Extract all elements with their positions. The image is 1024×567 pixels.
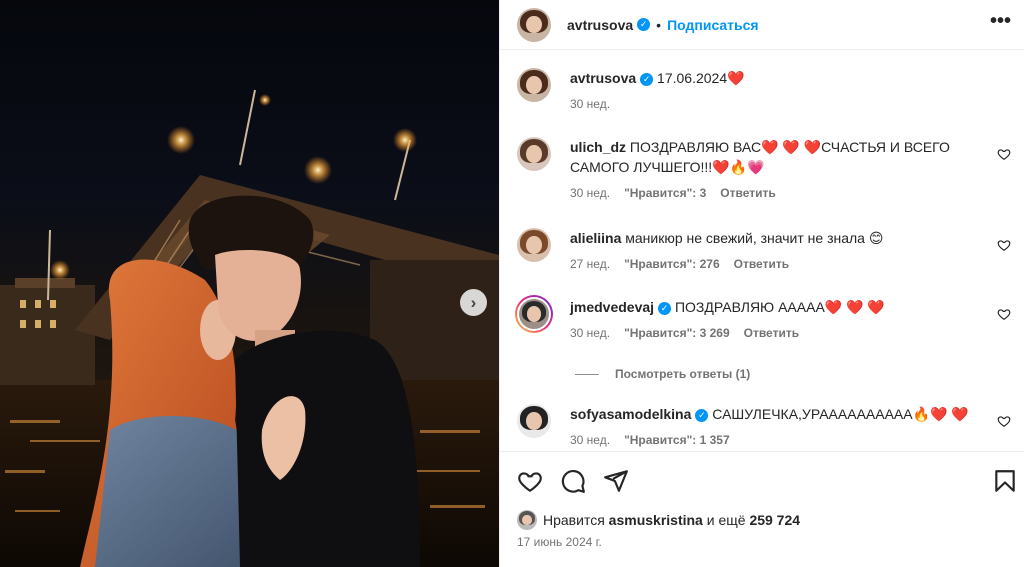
avatar[interactable]: [517, 510, 537, 530]
reply-button[interactable]: Ответить: [734, 254, 789, 274]
likes-count[interactable]: 259 724: [749, 512, 800, 528]
like-comment-heart-icon[interactable]: [997, 147, 1011, 161]
view-replies-label: Посмотреть ответы (1): [615, 367, 751, 381]
avatar[interactable]: [517, 68, 551, 102]
caption-age: 30 нед.: [570, 97, 611, 111]
comment-username[interactable]: alieliina: [570, 230, 621, 246]
post-date: 17 июнь 2024 г.: [517, 535, 602, 549]
comment-text: САШУЛЕЧКА,УРАААААААААА🔥❤️ ❤️: [712, 406, 969, 422]
view-replies-button[interactable]: Посмотреть ответы (1): [575, 367, 750, 381]
heart-emoji: ❤️: [727, 70, 745, 86]
comment-age: 27 нед.: [570, 257, 611, 271]
post-header: avtrusova ✓ • Подписаться •••: [500, 0, 1024, 50]
header-username[interactable]: avtrusova: [567, 17, 633, 33]
send-icon[interactable]: [603, 468, 629, 494]
avatar[interactable]: [517, 137, 551, 171]
caption-username[interactable]: avtrusova: [570, 70, 636, 86]
divider-line: [575, 373, 599, 375]
more-horizontal-icon[interactable]: •••: [990, 10, 1011, 33]
like-comment-heart-icon[interactable]: [997, 414, 1011, 428]
liked-by-suffix: и ещё: [706, 512, 746, 528]
reply-button[interactable]: Ответить: [744, 323, 799, 343]
avatar[interactable]: [517, 404, 551, 438]
liked-by-user[interactable]: asmuskristina: [609, 512, 703, 528]
verified-icon: ✓: [695, 408, 709, 422]
comment-age: 30 нед.: [570, 326, 611, 340]
caption-text: 17.06.2024: [657, 70, 728, 86]
post-photo[interactable]: ›: [0, 0, 499, 567]
verified-icon: ✓: [640, 72, 654, 86]
bookmark-icon[interactable]: [992, 468, 1018, 494]
comment-username[interactable]: sofyasamodelkina: [570, 406, 691, 422]
separator-dot: •: [656, 16, 662, 33]
comment-icon[interactable]: [560, 468, 586, 494]
comment-age: 30 нед.: [570, 433, 611, 447]
avatar-story-ring[interactable]: [515, 295, 553, 333]
verified-icon: ✓: [658, 301, 672, 315]
reply-button[interactable]: Ответить: [720, 183, 775, 203]
post-actions: [500, 451, 1024, 506]
verified-icon: ✓: [637, 18, 651, 31]
night-bridge-scene: [0, 89, 499, 567]
comment-likes[interactable]: "Нравится": 1 357: [624, 430, 730, 450]
comment-age: 30 нед.: [570, 186, 611, 200]
comment-username[interactable]: jmedvedevaj: [570, 299, 654, 315]
avatar[interactable]: [517, 228, 551, 262]
like-comment-heart-icon[interactable]: [997, 307, 1011, 321]
follow-button[interactable]: Подписаться: [667, 17, 759, 33]
comment-text: маникюр не свежий, значит не знала 😊: [625, 230, 884, 246]
comment-likes[interactable]: "Нравится": 276: [624, 254, 720, 274]
heart-icon[interactable]: [517, 468, 543, 494]
avatar[interactable]: [517, 7, 551, 42]
comments-list[interactable]: avtrusova ✓ 17.06.2024❤️ 30 нед. ulich_dz…: [500, 51, 1024, 451]
next-photo-button[interactable]: ›: [460, 289, 487, 316]
post-sidebar: avtrusova ✓ • Подписаться ••• avtrusova ✓…: [499, 0, 1024, 567]
comment-likes[interactable]: "Нравится": 3: [624, 183, 706, 203]
comment-text: ПОЗДРАВЛЯЮ ААААА❤️ ❤️ ❤️: [674, 299, 885, 315]
comment-likes[interactable]: "Нравится": 3 269: [624, 323, 730, 343]
liked-by: Нравится asmuskristina и ещё 259 724: [517, 510, 800, 530]
comment-username[interactable]: ulich_dz: [570, 139, 626, 155]
comment-text: ПОЗДРАВЛЯЮ ВАС❤️ ❤️ ❤️СЧАСТЬЯ И ВСЕГО СА…: [570, 139, 950, 175]
liked-by-prefix: Нравится: [543, 512, 605, 528]
like-comment-heart-icon[interactable]: [997, 238, 1011, 252]
